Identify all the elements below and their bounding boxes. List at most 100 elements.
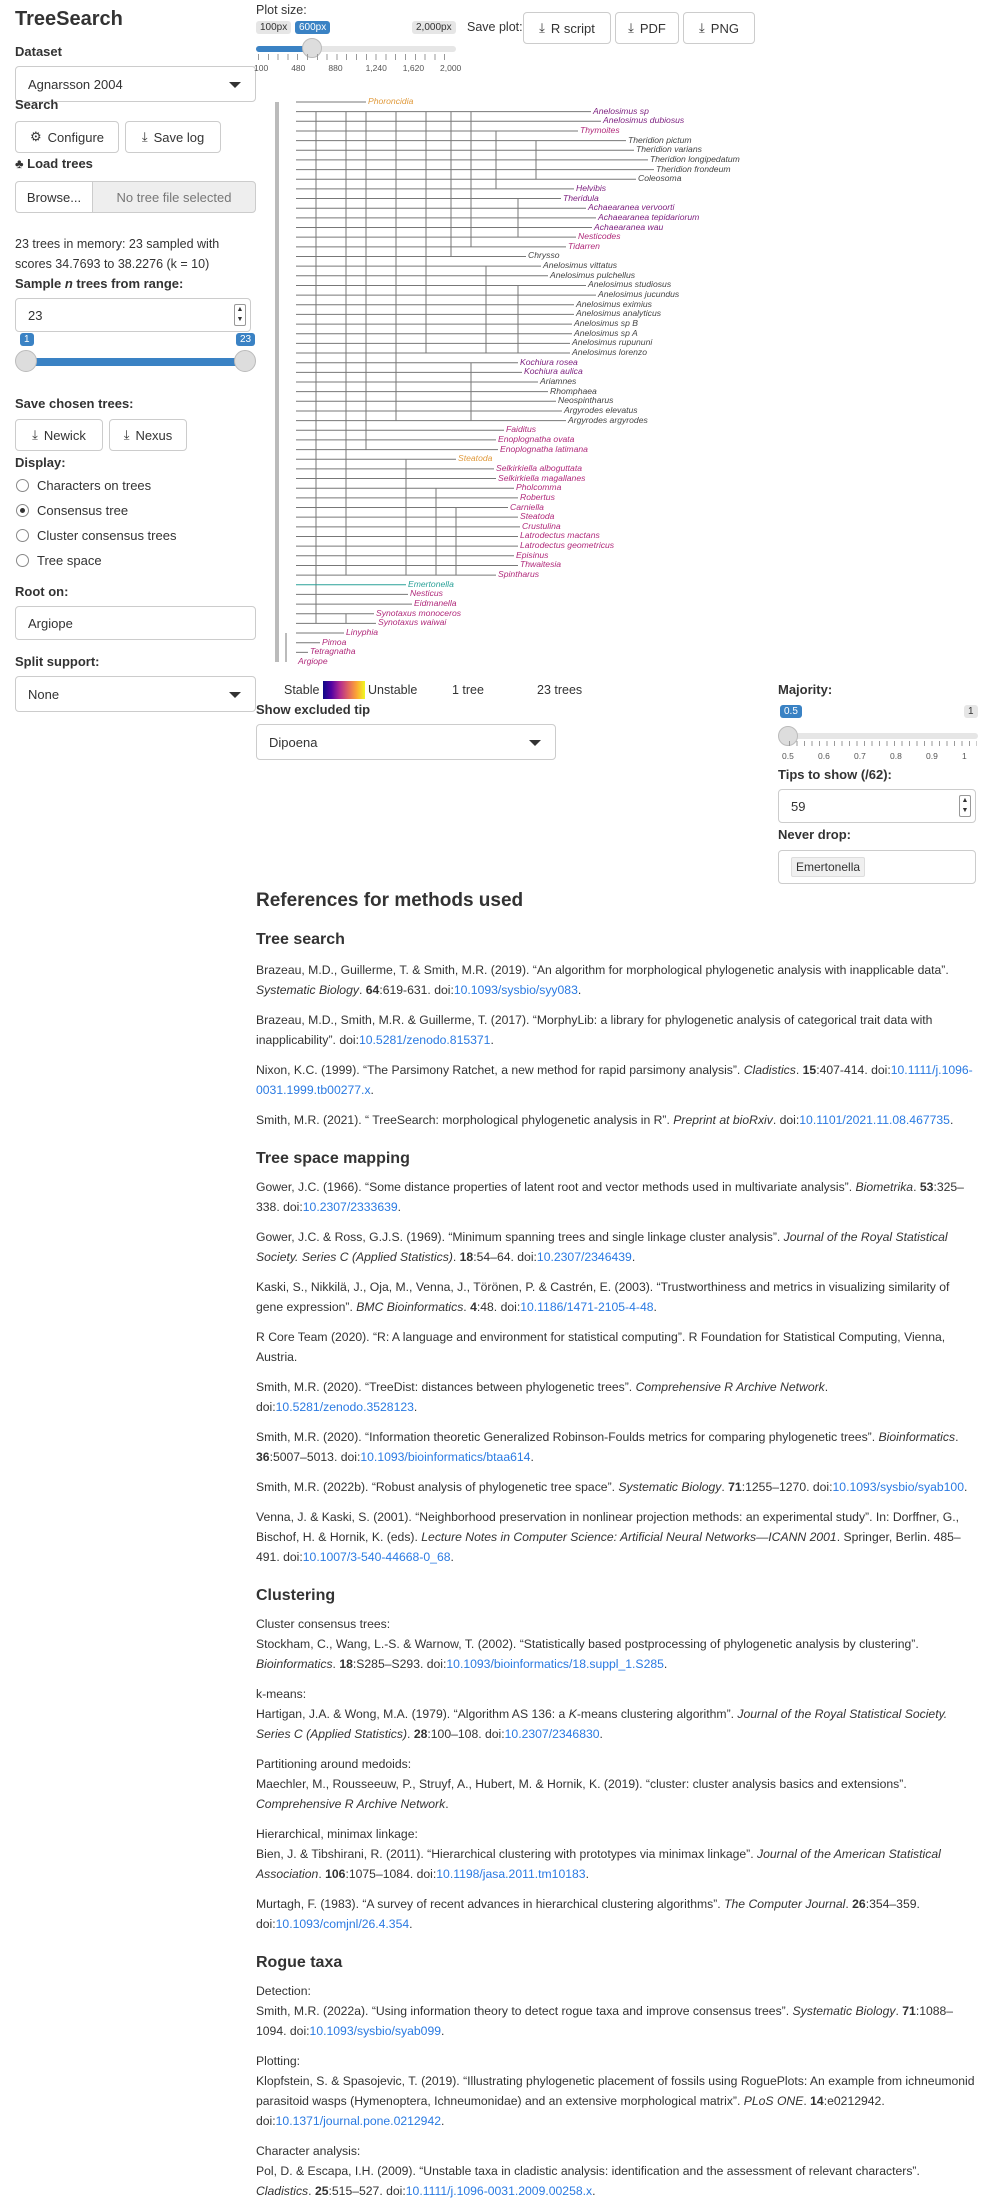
doi-link[interactable]: 10.1093/comjnl/26.4.354 (276, 1917, 410, 1931)
radio-icon[interactable] (16, 529, 29, 542)
display-option[interactable]: Characters on trees (16, 478, 151, 493)
excluded-tip-select[interactable]: Dipoena (256, 724, 556, 760)
display-option[interactable]: Consensus tree (16, 503, 128, 518)
majority-track[interactable] (788, 733, 978, 739)
download-icon: ⤓ (628, 20, 634, 35)
tree-tip-label: Pholcomma (516, 482, 562, 493)
never-drop-input[interactable]: Emertonella (778, 850, 976, 884)
sample-count-input[interactable]: 23 ▲ ▼ (15, 298, 251, 332)
tree-tip-label: Argyrodes argyrodes (568, 414, 648, 425)
doi-link[interactable]: 10.1093/bioinformatics/btaa614 (360, 1450, 530, 1464)
ref-brazeau-2017: Brazeau, M.D., Smith, M.R. & Guillerme, … (256, 1013, 933, 1047)
doi-link[interactable]: 10.5281/zenodo.3528123 (276, 1400, 414, 1414)
ref-smith-2020b: Smith, M.R. (2020). “Information theoret… (256, 1430, 959, 1464)
doi-link[interactable]: 10.1093/bioinformatics/18.suppl_1.S285 (446, 1657, 664, 1671)
tree-tip-label: Carniella (510, 501, 544, 512)
majority-max: 1 (964, 705, 978, 718)
tick-label: 1,240 (365, 63, 387, 73)
majority-value: 0.5 (780, 705, 802, 718)
save-log-button[interactable]: ⤓ Save log (125, 121, 221, 153)
legend-unstable: Unstable (368, 683, 418, 697)
doi-link[interactable]: 10.1111/j.1096-0031.2009.00258.x (406, 2184, 592, 2198)
tree-tip-label: Argyrodes elevatus (564, 404, 638, 415)
split-support-label: Split support: (15, 654, 100, 669)
range-slider-handle-max[interactable] (234, 350, 256, 372)
root-input[interactable]: Argiope (15, 606, 256, 640)
references-title: References for methods used (256, 890, 524, 911)
doi-link[interactable]: 10.1198/jasa.2011.tm10183 (436, 1867, 585, 1881)
app-title: TreeSearch (15, 8, 123, 30)
gears-icon: ⚙ (29, 129, 42, 144)
chevron-down-icon (229, 82, 241, 88)
display-option[interactable]: Cluster consensus trees (16, 528, 176, 543)
chevron-down-icon (229, 692, 241, 698)
doi-link[interactable]: 10.1093/sysbio/syab100 (833, 1480, 964, 1494)
download-icon: ⤓ (141, 129, 148, 144)
ref-brazeau-2019: Brazeau, M.D., Guillerme, T. & Smith, M.… (256, 963, 949, 997)
nexus-button[interactable]: ⤓ Nexus (109, 419, 187, 451)
doi-link[interactable]: 10.1093/sysbio/syy083 (454, 983, 578, 997)
plot-size-label: Plot size: (256, 3, 307, 17)
tree-tip-label: Latrodectus geometricus (520, 540, 615, 551)
split-support-select[interactable]: None (15, 676, 256, 712)
radio-icon[interactable] (16, 554, 29, 567)
save-log-label: Save log (153, 129, 205, 145)
tree-tip-label: Anelosimus vittatus (543, 260, 618, 271)
spinner-icon[interactable]: ▲ ▼ (959, 795, 971, 817)
tick-label: 0.5 (782, 751, 794, 761)
doi-link[interactable]: 10.2307/2346830 (505, 1727, 600, 1741)
newick-button[interactable]: ⤓ Newick (15, 419, 103, 451)
tree-tip-label: Thwaitesia (520, 559, 562, 570)
radio-icon[interactable] (16, 479, 29, 492)
tree-tip-label: Synotaxus monoceros (376, 607, 462, 618)
spinner-icon[interactable]: ▲ ▼ (234, 304, 246, 326)
tree-tip-label: Achaearanea vervoorti (588, 202, 675, 213)
tree-tip-label: Theridula (563, 192, 599, 203)
sample-count-value: 23 (28, 307, 43, 323)
tree-tip-label: Eidmanella (414, 598, 457, 609)
doi-link[interactable]: 10.1007/3-540-44668-0_68 (303, 1550, 451, 1564)
sample-label: Sample n trees from range: (15, 276, 183, 291)
doi-link[interactable]: 10.2307/2333639 (303, 1200, 398, 1214)
tree-tip-label: Ariamnes (540, 376, 577, 386)
plot-size-max: 2,000px (412, 21, 456, 34)
never-drop-chip[interactable]: Emertonella (791, 857, 866, 877)
tree-tip-label: Kochiura rosea (520, 356, 578, 367)
tree-tip-label: Nesticodes (578, 231, 621, 242)
tips-to-show-input[interactable]: 59 ▲ ▼ (778, 789, 976, 823)
doi-link[interactable]: 10.2307/2346439 (537, 1250, 632, 1264)
tick-label: 0.9 (926, 751, 938, 761)
r-script-button[interactable]: ⤓ R script (523, 12, 611, 44)
tree-tip-label: Anelosimus jucundus (598, 289, 680, 300)
tree-tip-label: Anelosimus studiosus (588, 279, 672, 290)
browse-button[interactable]: Browse... (15, 181, 93, 213)
doi-link[interactable]: 10.1101/2021.11.08.467735 (799, 1113, 950, 1127)
range-slider-track[interactable] (24, 358, 244, 366)
radio-icon[interactable] (16, 504, 29, 517)
tree-tip-label: Achaearanea wau (594, 221, 664, 232)
excluded-tip-value: Dipoena (269, 734, 318, 750)
pdf-button[interactable]: ⤓ PDF (615, 12, 679, 44)
doi-link[interactable]: 10.1093/sysbio/syab099 (310, 2024, 441, 2038)
doi-link[interactable]: 10.1186/1471-2105-4-48 (520, 1300, 653, 1314)
tree-tip-label: Theridion longipedatum (650, 153, 740, 164)
section-tree-search: Tree search (256, 931, 345, 948)
excluded-tip-label: Show excluded tip (256, 702, 371, 717)
configure-button[interactable]: ⚙ Configure (15, 121, 119, 153)
save-chosen-label: Save chosen trees: (15, 396, 134, 411)
ref-smith-2020a: Smith, M.R. (2020). “TreeDist: distances… (256, 1380, 829, 1414)
doi-link[interactable]: 10.1371/journal.pone.0212942 (276, 2114, 441, 2128)
tree-tip-label: Crustulina (522, 520, 561, 531)
display-option[interactable]: Tree space (16, 553, 102, 568)
doi-link[interactable]: 10.5281/zenodo.815371 (359, 1033, 490, 1047)
tree-tip-label: Anelosimus sp B (574, 318, 639, 329)
dataset-value: Agnarsson 2004 (28, 76, 123, 92)
tree-tip-label: Emertonella (408, 578, 454, 589)
range-slider-handle-min[interactable] (15, 350, 37, 372)
tips-to-show-value: 59 (791, 798, 806, 814)
ref-gower-1969: Gower, J.C. & Ross, G.J.S. (1969). “Mini… (256, 1230, 948, 1264)
range-max-badge: 23 (236, 333, 256, 346)
tree-tip-label: Phoroncidia (368, 96, 414, 106)
png-button[interactable]: ⤓ PNG (683, 12, 755, 44)
ref-pam: Partitioning around medoids: Maechler, M.… (256, 1757, 907, 1811)
